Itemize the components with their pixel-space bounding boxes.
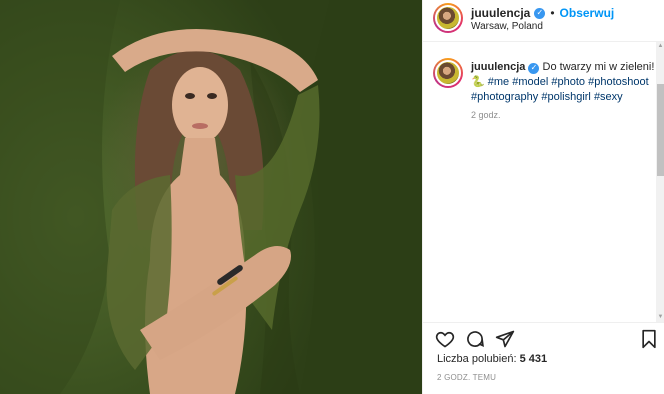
post-actions: Liczba polubień: 5 431 2 GODZ. TEMU — [423, 322, 664, 394]
hashtag-link[interactable]: #photography — [471, 91, 538, 103]
verified-badge-icon: ✓ — [534, 7, 546, 19]
post-side-panel: juuulencja ✓ • Obserwuj Warsaw, Poland j… — [422, 0, 664, 394]
snake-emoji: 🐍 — [471, 76, 485, 88]
separator-dot: • — [550, 6, 555, 20]
heart-icon[interactable] — [435, 329, 455, 349]
caption-avatar[interactable] — [433, 58, 463, 88]
caption-username[interactable]: juuulencja — [471, 61, 525, 73]
post-timestamp: 2 GODZ. TEMU — [437, 373, 497, 382]
comments-scrollbar[interactable]: ▲ ▼ — [656, 42, 664, 322]
bookmark-icon[interactable] — [639, 329, 659, 349]
share-icon[interactable] — [495, 329, 515, 349]
header-user-row: juuulencja ✓ • Obserwuj — [471, 6, 614, 20]
likes-number: 5 431 — [519, 353, 548, 365]
post-photo[interactable] — [0, 0, 422, 394]
caption-timestamp: 2 godz. — [471, 110, 501, 120]
comment-icon[interactable] — [465, 329, 485, 349]
post-header: juuulencja ✓ • Obserwuj Warsaw, Poland — [423, 0, 664, 42]
follow-button[interactable]: Obserwuj — [560, 6, 615, 20]
avatar[interactable] — [433, 3, 463, 33]
scroll-up-arrow-icon[interactable]: ▲ — [656, 42, 664, 51]
hashtag-link[interactable]: #photo — [551, 76, 585, 88]
username-link[interactable]: juuulencja — [471, 6, 530, 20]
location-link[interactable]: Warsaw, Poland — [471, 21, 543, 32]
likes-count[interactable]: Liczba polubień: 5 431 — [437, 353, 547, 365]
caption-text: Do twarzy mi w zieleni! — [542, 61, 655, 73]
scroll-down-arrow-icon[interactable]: ▼ — [656, 313, 664, 322]
photo-illustration — [0, 0, 422, 394]
verified-badge-icon: ✓ — [528, 62, 540, 74]
hashtag-link[interactable]: #polishgirl — [541, 91, 591, 103]
hashtag-link[interactable]: #sexy — [594, 91, 623, 103]
scrollbar-thumb[interactable] — [657, 84, 664, 176]
hashtag-link[interactable]: #model — [512, 76, 548, 88]
likes-label: Liczba polubień: — [437, 353, 517, 365]
caption: juuulencja ✓ Do twarzy mi w zieleni! 🐍 #… — [471, 60, 656, 105]
hashtag-link[interactable]: #me — [488, 76, 509, 88]
hashtag-link[interactable]: #photoshoot — [588, 76, 649, 88]
